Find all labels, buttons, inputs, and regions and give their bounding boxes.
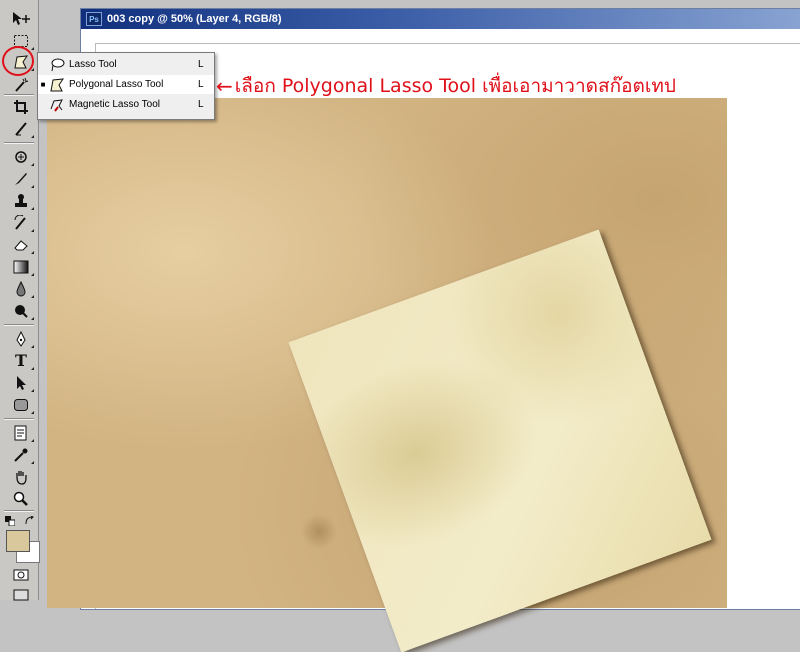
menu-item-shortcut: L (198, 79, 204, 90)
swap-colors-icon[interactable] (24, 512, 36, 530)
magnetic-lasso-icon (48, 97, 66, 113)
tutorial-annotation: ← เลือก Polygonal Lasso Tool เพื่อเอามาว… (216, 72, 676, 100)
menu-item-label: Magnetic Lasso Tool (69, 99, 160, 110)
image-canvas[interactable] (47, 98, 727, 652)
menu-item-label: Polygonal Lasso Tool (69, 79, 164, 90)
document-title: 003 copy @ 50% (Layer 4, RGB/8) (107, 13, 282, 25)
type-tool-icon[interactable]: T (10, 352, 34, 370)
lasso-tool-flyout-menu: Lasso Tool L ■ Polygonal Lasso Tool L Ma… (37, 52, 215, 120)
dodge-tool-icon[interactable] (10, 302, 34, 320)
slice-tool-icon[interactable] (10, 120, 34, 138)
eyedropper-icon[interactable] (10, 446, 34, 464)
pen-tool-icon[interactable] (10, 330, 34, 348)
quick-mask-icon[interactable] (10, 566, 32, 584)
default-colors-icon[interactable] (4, 512, 16, 530)
magic-wand-icon[interactable] (10, 76, 32, 94)
menu-item-magnetic-lasso-tool[interactable]: Magnetic Lasso Tool L (38, 95, 214, 114)
shape-tool-icon[interactable] (10, 396, 34, 414)
blur-tool-icon[interactable] (10, 280, 34, 298)
notes-tool-icon[interactable] (10, 424, 34, 442)
eraser-icon[interactable] (10, 236, 34, 254)
clone-stamp-icon[interactable] (10, 192, 34, 210)
gradient-icon[interactable] (10, 258, 34, 276)
screen-mode-icon[interactable] (10, 586, 32, 604)
menu-item-lasso-tool[interactable]: Lasso Tool L (38, 55, 214, 74)
menu-item-shortcut: L (198, 99, 204, 110)
document-titlebar[interactable]: Ps 003 copy @ 50% (Layer 4, RGB/8) (81, 9, 800, 29)
menu-item-polygonal-lasso-tool[interactable]: ■ Polygonal Lasso Tool L (38, 75, 214, 94)
brush-tool-icon[interactable] (10, 170, 34, 188)
toolbox-panel: T (0, 0, 40, 601)
history-brush-icon[interactable] (10, 214, 34, 232)
move-tool-icon[interactable] (10, 10, 32, 28)
menu-item-shortcut: L (198, 59, 204, 70)
selected-marker: ■ (40, 80, 46, 89)
sticky-note-image (288, 229, 712, 652)
highlight-circle (2, 46, 34, 76)
annotation-arrow: ← (216, 74, 233, 98)
lasso-icon (48, 57, 66, 73)
annotation-text: เลือก Polygonal Lasso Tool เพื่อเอามาวาด… (234, 75, 676, 97)
menu-item-label: Lasso Tool (69, 59, 117, 70)
zoom-tool-icon[interactable] (10, 490, 32, 508)
photoshop-doc-icon: Ps (86, 12, 102, 26)
healing-brush-icon[interactable] (10, 148, 34, 166)
polygonal-lasso-icon (48, 77, 66, 93)
foreground-color-swatch[interactable] (6, 530, 30, 552)
path-selection-icon[interactable] (10, 374, 34, 392)
hand-tool-icon[interactable] (10, 468, 32, 486)
crop-tool-icon[interactable] (10, 98, 32, 116)
